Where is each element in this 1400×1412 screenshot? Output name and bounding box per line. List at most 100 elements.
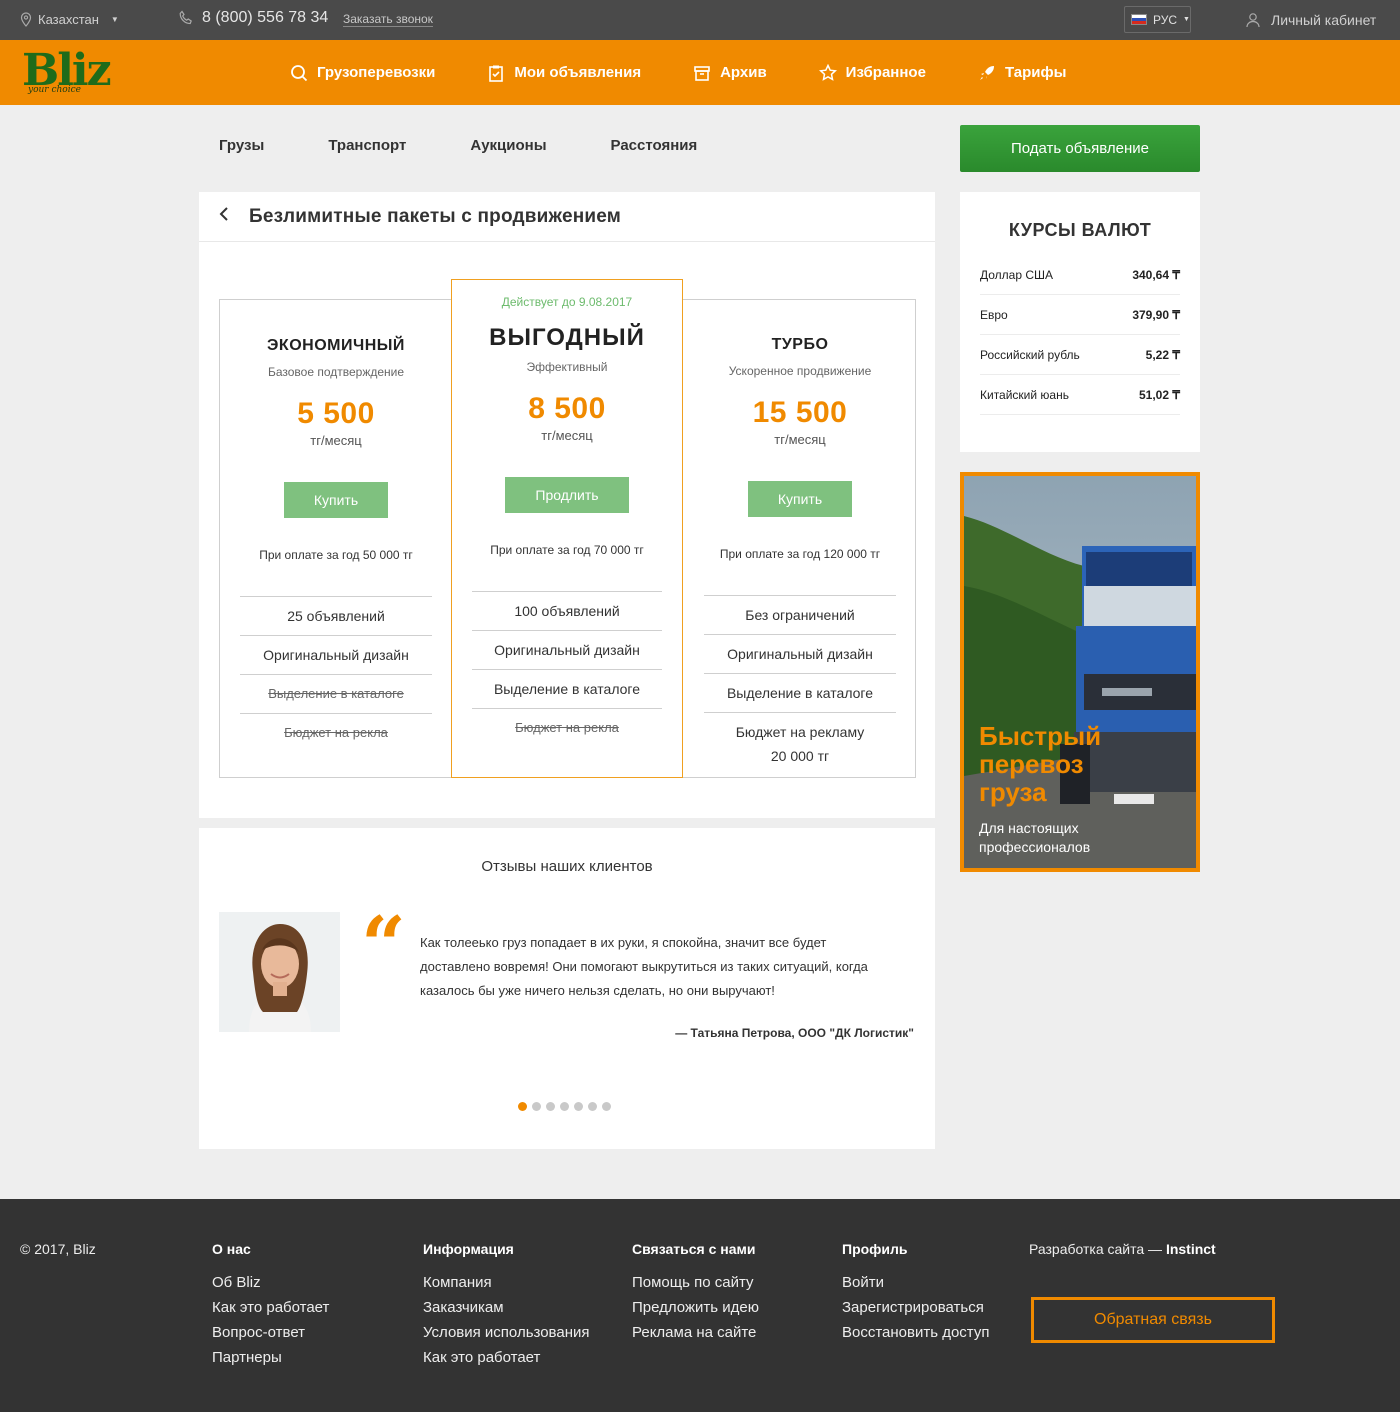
feature-item: Оригинальный дизайн	[240, 636, 432, 675]
footer-link[interactable]: Об Bliz	[212, 1270, 329, 1295]
nav-item-freight[interactable]: Грузоперевозки	[290, 64, 435, 82]
feature-item-disabled: Бюджет на реклa	[515, 720, 619, 735]
feature-item: Без ограничений	[704, 596, 896, 635]
developer-name[interactable]: Instinct	[1166, 1241, 1216, 1257]
footer-heading: О нас	[212, 1241, 251, 1257]
cabinet-link[interactable]: Личный кабинет	[1245, 12, 1376, 28]
plan-year-price: При оплате за год 50 000 тг	[259, 548, 413, 562]
search-icon	[291, 64, 308, 81]
currency-name: Евро	[980, 307, 1008, 322]
tariffs-card: Безлимитные пакеты с продвижением ЭКОНОМ…	[199, 192, 935, 818]
footer-link[interactable]: Войти	[842, 1270, 989, 1295]
region-label: Казахстан	[38, 12, 99, 27]
currency-name: Российский рубль	[980, 347, 1080, 362]
tab-distances[interactable]: Расстояния	[611, 137, 698, 154]
review-author: — Татьяна Петрова, ООО "ДК Логистик"	[675, 1026, 914, 1040]
review-text: Как толееько груз попадает в их руки, я …	[420, 935, 868, 998]
plan-price: 5 500	[297, 397, 375, 430]
footer-link[interactable]: Как это работает	[212, 1295, 329, 1320]
feature-item-disabled: Бюджет на реклa	[284, 725, 388, 740]
nav-item-favorites[interactable]: Избранное	[818, 63, 926, 82]
footer-link[interactable]: Вопрос-ответ	[212, 1320, 329, 1345]
nav-item-tariffs[interactable]: Тарифы	[978, 64, 1066, 82]
carousel-dot[interactable]	[532, 1102, 541, 1111]
currency-value: 340,64 ₸	[1132, 267, 1180, 282]
extend-button[interactable]: Продлить	[505, 477, 629, 513]
carousel-dot[interactable]	[588, 1102, 597, 1111]
rate-row: Доллар США 340,64 ₸	[980, 255, 1180, 295]
feature-line: 20 000 тг	[770, 748, 830, 764]
footer-column-contact: Связаться с нами Помощь по сайту Предлож…	[632, 1241, 759, 1345]
feature-item: 25 объявлений	[240, 597, 432, 636]
feature-line: Бюджет на рекламу	[735, 724, 865, 740]
developer-credit: Разработка сайта — Instinct	[1029, 1241, 1216, 1257]
region-selector[interactable]: Казахстан ▼	[20, 12, 119, 27]
carousel-dot[interactable]	[560, 1102, 569, 1111]
nav-item-archive[interactable]: Архив	[693, 64, 767, 82]
copyright: © 2017, Bliz	[20, 1241, 96, 1257]
phone-icon	[179, 10, 192, 25]
plan-validity	[684, 320, 916, 336]
nav-item-my-ads[interactable]: Мои объявления	[487, 64, 641, 82]
nav-label: Грузоперевозки	[317, 64, 436, 81]
footer-link[interactable]: Заказчикам	[423, 1295, 590, 1320]
tab-auctions[interactable]: Аукционы	[470, 137, 546, 154]
feature-item: Оригинальный дизайн	[472, 631, 662, 670]
currency-value: 5,22 ₸	[1145, 347, 1180, 362]
footer-column-about: О нас Об Bliz Как это работает Вопрос-от…	[212, 1241, 329, 1370]
footer-link[interactable]: Зарегистрироваться	[842, 1295, 989, 1320]
banner-title: Быстрый перевоз груза	[979, 722, 1101, 806]
plans-table: ЭКОНОМИЧНЫЙ Базовое подтверждение 5 500 …	[219, 279, 916, 778]
tab-transport[interactable]: Транспорт	[328, 137, 406, 154]
feature-item-disabled: Выделение в каталоге	[240, 675, 432, 714]
buy-button[interactable]: Купить	[747, 481, 853, 517]
page-title: Безлимитные пакеты с продвижением	[249, 205, 622, 227]
footer-link[interactable]: Условия использования	[423, 1320, 590, 1345]
plan-year-price: При оплате за год 70 000 тг	[490, 543, 644, 557]
phone-number[interactable]: 8 (800) 556 78 34	[202, 9, 328, 27]
footer-heading: Связаться с нами	[632, 1241, 756, 1257]
chevron-down-icon: ▼	[1183, 16, 1190, 23]
plan-features: Без ограничений Оригинальный дизайн Выде…	[704, 595, 896, 775]
main-nav: Bliz your choice Грузоперевозки Мои объя…	[0, 40, 1400, 105]
back-arrow-icon[interactable]	[219, 205, 249, 228]
footer-link[interactable]: Реклама на сайте	[632, 1320, 759, 1345]
banner-title-line: перевоз	[979, 749, 1084, 779]
post-ad-button[interactable]: Подать объявление	[960, 125, 1200, 172]
footer-link[interactable]: Восстановить доступ	[842, 1320, 989, 1345]
footer-link[interactable]: Как это работает	[423, 1345, 590, 1370]
developer-prefix: Разработка сайта —	[1029, 1241, 1166, 1257]
plan-economy: ЭКОНОМИЧНЫЙ Базовое подтверждение 5 500 …	[220, 300, 452, 777]
clipboard-icon	[489, 65, 504, 82]
feedback-button[interactable]: Обратная связь	[1031, 1297, 1275, 1343]
footer-column-info: Информация Компания Заказчикам Условия и…	[423, 1241, 590, 1370]
ad-banner[interactable]: Быстрый перевоз груза Для настоящих проф…	[960, 472, 1200, 872]
carousel-dots	[518, 1102, 611, 1111]
footer-link[interactable]: Помощь по сайту	[632, 1270, 759, 1295]
carousel-dot-active[interactable]	[518, 1102, 527, 1111]
footer-link[interactable]: Предложить идею	[632, 1295, 759, 1320]
nav-label: Архив	[720, 64, 767, 81]
callback-link[interactable]: Заказать звонок	[343, 12, 433, 27]
footer-link[interactable]: Компания	[423, 1270, 590, 1295]
tab-cargo[interactable]: Грузы	[219, 137, 264, 154]
chevron-down-icon: ▼	[110, 15, 119, 24]
sub-tabs: Грузы Транспорт Аукционы Расстояния	[219, 137, 761, 154]
star-icon	[818, 63, 837, 81]
nav-label: Тарифы	[1004, 64, 1067, 81]
footer-link[interactable]: Партнеры	[212, 1345, 329, 1370]
plan-profitable: Действует до 9.08.2017 ВЫГОДНЫЙ Эффектив…	[451, 279, 683, 778]
plan-description: Ускоренное продвижение	[728, 364, 872, 378]
language-selector[interactable]: РУС ▼	[1124, 6, 1191, 33]
plan-description: Эффективный	[526, 360, 608, 374]
buy-button[interactable]: Купить	[283, 482, 389, 518]
rocket-icon	[979, 65, 994, 80]
plan-name: ТУРБО	[771, 336, 829, 353]
carousel-dot[interactable]	[574, 1102, 583, 1111]
feature-item: Выделение в каталоге	[704, 674, 896, 713]
carousel-dot[interactable]	[602, 1102, 611, 1111]
plan-name: ВЫГОДНЫЙ	[489, 324, 645, 351]
avatar	[219, 912, 340, 1032]
logo[interactable]: Bliz your choice	[20, 45, 125, 102]
carousel-dot[interactable]	[546, 1102, 555, 1111]
